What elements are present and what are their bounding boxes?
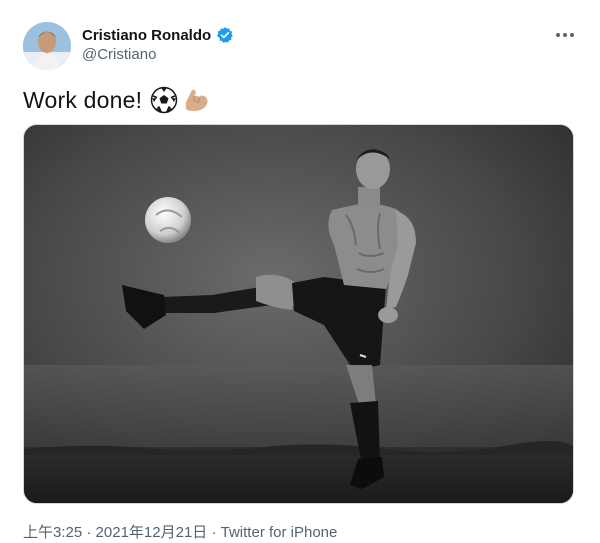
tweet-date[interactable]: 2021年12月21日 xyxy=(96,524,208,541)
soccer-ball-emoji-icon xyxy=(150,86,178,114)
more-dot xyxy=(563,33,567,37)
handle[interactable]: @Cristiano xyxy=(82,46,156,63)
avatar-image xyxy=(23,22,71,70)
tweet-source[interactable]: Twitter for iPhone xyxy=(221,524,338,541)
more-dot xyxy=(556,33,560,37)
avatar[interactable] xyxy=(23,22,71,70)
display-name[interactable]: Cristiano Ronaldo xyxy=(82,27,211,44)
photo-image xyxy=(24,125,573,503)
more-dot xyxy=(570,33,574,37)
tweet-time[interactable]: 上午3:25 xyxy=(23,524,82,541)
meta-separator: · xyxy=(82,524,96,541)
tweet-photo[interactable] xyxy=(23,124,574,504)
meta-separator: · xyxy=(207,524,221,541)
more-options-icon[interactable] xyxy=(548,22,582,48)
tweet-card: Cristiano Ronaldo @Cristiano Work done! xyxy=(0,0,600,543)
tweet-meta: 上午3:25 · 2021年12月21日 · Twitter for iPhon… xyxy=(23,521,337,542)
tweet-text-row: Work done! xyxy=(23,86,210,114)
verified-badge-icon xyxy=(216,26,234,44)
flexed-biceps-emoji-icon xyxy=(182,86,210,114)
tweet-text: Work done! xyxy=(23,86,143,113)
author-name-row[interactable]: Cristiano Ronaldo xyxy=(82,26,234,44)
